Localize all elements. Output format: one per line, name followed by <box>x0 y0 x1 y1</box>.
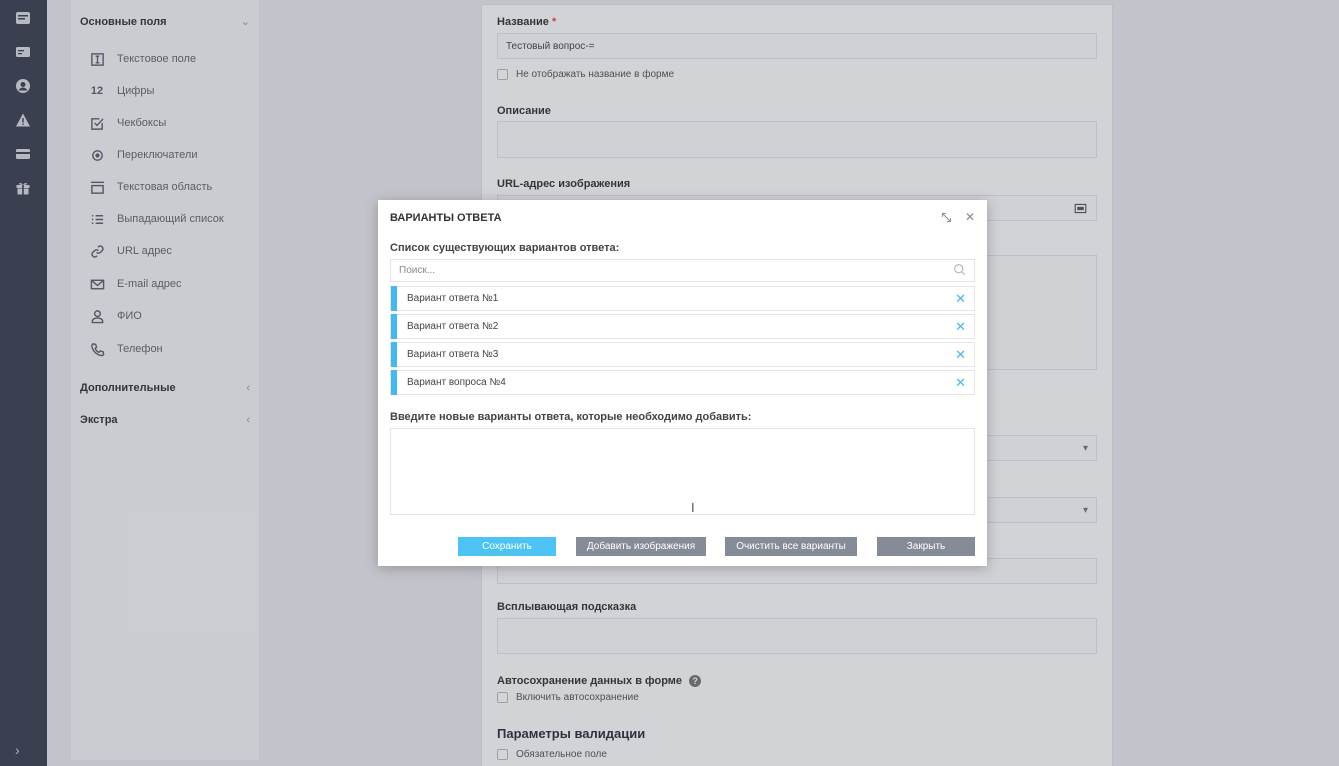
option-label: Вариант вопроса №4 <box>407 377 506 388</box>
option-item[interactable]: Вариант ответа №1 ✕ <box>390 286 975 311</box>
add-images-button[interactable]: Добавить изображения <box>576 537 706 556</box>
new-options-textarea[interactable] <box>390 428 975 515</box>
option-drag-bar[interactable] <box>391 314 397 339</box>
option-drag-bar[interactable] <box>391 370 397 395</box>
new-options-label: Введите новые варианты ответа, которые н… <box>390 411 752 423</box>
delete-option-icon[interactable]: ✕ <box>955 320 966 333</box>
option-item[interactable]: Вариант ответа №3 ✕ <box>390 342 975 367</box>
option-label: Вариант ответа №2 <box>407 321 499 332</box>
modal-title: ВАРИАНТЫ ОТВЕТА <box>390 212 502 224</box>
existing-options-label: Список существующих вариантов ответа: <box>390 242 620 254</box>
close-button[interactable]: Закрыть <box>877 537 975 556</box>
close-icon[interactable]: ✕ <box>962 209 978 225</box>
option-drag-bar[interactable] <box>391 342 397 367</box>
answer-options-modal: ВАРИАНТЫ ОТВЕТА ✕ Список существующих ва… <box>378 200 987 566</box>
option-item[interactable]: Вариант вопроса №4 ✕ <box>390 370 975 395</box>
search-icon <box>953 263 966 279</box>
delete-option-icon[interactable]: ✕ <box>955 292 966 305</box>
save-button[interactable]: Сохранить <box>458 537 556 556</box>
maximize-icon[interactable] <box>938 209 954 225</box>
delete-option-icon[interactable]: ✕ <box>955 376 966 389</box>
delete-option-icon[interactable]: ✕ <box>955 348 966 361</box>
option-label: Вариант ответа №1 <box>407 293 499 304</box>
clear-all-button[interactable]: Очистить все варианты <box>725 537 857 556</box>
options-search-input[interactable]: Поиск... <box>390 259 975 282</box>
text-cursor-icon: I <box>691 500 695 515</box>
option-item[interactable]: Вариант ответа №2 ✕ <box>390 314 975 339</box>
option-drag-bar[interactable] <box>391 286 397 311</box>
option-label: Вариант ответа №3 <box>407 349 499 360</box>
search-placeholder: Поиск... <box>399 265 436 276</box>
